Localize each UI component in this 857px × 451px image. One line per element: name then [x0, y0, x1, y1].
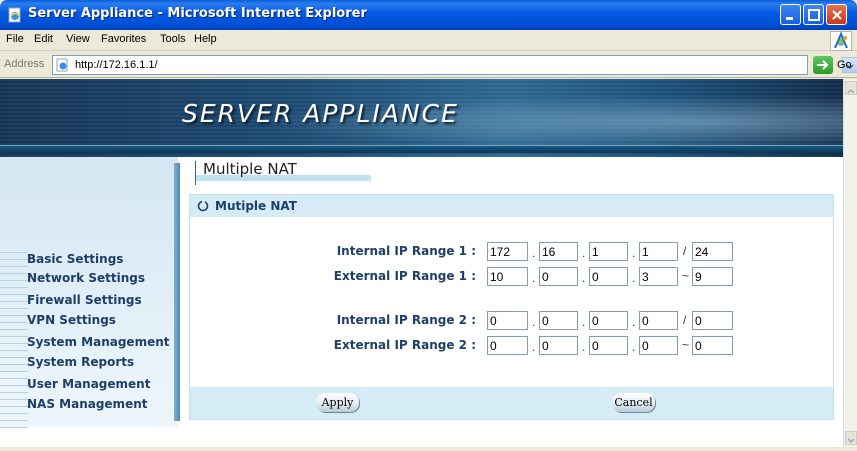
close-button[interactable]	[826, 4, 847, 25]
ie-page-icon	[56, 58, 68, 72]
page-header: Multiple NAT	[187, 159, 834, 185]
panel-title: Mutiple NAT	[215, 199, 297, 213]
menu-help[interactable]: Help	[194, 33, 217, 45]
address-bar: Address http://172.16.1.1/ Go	[0, 52, 857, 78]
nat-panel: Mutiple NAT Internal IP Range 1 : . . . …	[189, 194, 834, 420]
dot-separator: .	[632, 271, 636, 285]
address-label: Address	[4, 58, 45, 70]
maximize-icon	[808, 9, 820, 21]
internal-range-1-octet-1[interactable]	[487, 242, 528, 261]
external-range-1-octet-1[interactable]	[487, 267, 528, 286]
menu-bar: File Edit View Favorites Tools Help	[0, 30, 857, 51]
minimize-icon	[786, 17, 793, 20]
dot-separator: .	[582, 315, 586, 329]
ie-page-icon	[8, 7, 21, 23]
banner-divider	[0, 145, 843, 153]
mask-separator: /	[683, 244, 687, 258]
address-url: http://172.16.1.1/	[75, 59, 158, 71]
sidebar-item-firewall-settings[interactable]: Firewall Settings	[27, 293, 142, 307]
main-content: Multiple NAT Mutiple NAT Internal IP Ran…	[187, 159, 834, 447]
address-input[interactable]: http://172.16.1.1/	[52, 55, 857, 75]
internal-range-1-octet-3[interactable]	[589, 242, 628, 261]
dot-separator: .	[582, 340, 586, 354]
external-range-2-octet-2[interactable]	[539, 336, 578, 355]
external-range-2-octet-1[interactable]	[487, 336, 528, 355]
menu-favorites[interactable]: Favorites	[101, 33, 146, 45]
internal-range-1-octet-2[interactable]	[539, 242, 578, 261]
external-range-1-end[interactable]	[692, 267, 733, 286]
sidebar-item-basic-settings[interactable]: Basic Settings	[27, 252, 123, 266]
go-button[interactable]	[813, 56, 833, 74]
range-separator: ~	[682, 269, 690, 283]
go-label[interactable]: Go	[837, 59, 852, 71]
apply-button[interactable]: Apply	[316, 393, 359, 412]
cancel-button[interactable]: Cancel	[612, 393, 655, 412]
internal-range-2-mask[interactable]	[692, 311, 733, 330]
page-viewport: SERVER APPLIANCE Basic Settings Network …	[0, 79, 843, 447]
go-arrow-icon	[817, 60, 829, 70]
panel-body: Internal IP Range 1 : . . . / External I…	[191, 217, 832, 387]
sidebar: Basic Settings Network Settings Firewall…	[0, 157, 185, 447]
range-separator: ~	[682, 338, 690, 352]
external-range-2-octet-4[interactable]	[639, 336, 678, 355]
sidebar-item-system-reports[interactable]: System Reports	[27, 355, 134, 369]
internal-range-2-octet-2[interactable]	[539, 311, 578, 330]
sidebar-item-system-management[interactable]: System Management	[27, 335, 170, 349]
external-range-2-octet-3[interactable]	[589, 336, 628, 355]
sidebar-item-user-management[interactable]: User Management	[27, 377, 150, 391]
title-bar: Server Appliance - Microsoft Internet Ex…	[0, 0, 857, 30]
dot-separator: .	[582, 246, 586, 260]
window-title: Server Appliance - Microsoft Internet Ex…	[28, 6, 367, 21]
sidebar-item-nas-management[interactable]: NAS Management	[27, 397, 147, 411]
menu-edit[interactable]: Edit	[34, 33, 53, 45]
close-icon	[832, 10, 842, 20]
sidebar-decoration	[0, 252, 28, 432]
panel-header: Mutiple NAT	[190, 195, 833, 217]
vertical-scrollbar[interactable]	[843, 79, 857, 447]
chevron-up-icon	[847, 89, 855, 94]
internal-range-2-label: Internal IP Range 2 :	[336, 313, 476, 327]
sidebar-item-vpn-settings[interactable]: VPN Settings	[27, 313, 116, 327]
panel-footer: Apply Cancel	[190, 387, 833, 419]
ie-logo-icon	[830, 31, 852, 51]
banner: SERVER APPLIANCE	[0, 79, 843, 157]
scroll-down-button[interactable]	[845, 431, 857, 445]
menu-file[interactable]: File	[6, 33, 24, 45]
external-range-1-octet-3[interactable]	[589, 267, 628, 286]
external-range-1-octet-2[interactable]	[539, 267, 578, 286]
external-range-2-end[interactable]	[692, 336, 733, 355]
header-bar	[195, 161, 196, 185]
dot-separator: .	[532, 246, 536, 260]
dot-separator: .	[582, 271, 586, 285]
external-range-2-label: External IP Range 2 :	[333, 338, 476, 352]
menu-view[interactable]: View	[66, 33, 90, 45]
minimize-button[interactable]	[780, 4, 801, 25]
sidebar-edge	[174, 163, 180, 421]
internal-range-1-mask[interactable]	[692, 242, 733, 261]
dot-separator: .	[632, 246, 636, 260]
internal-range-2-octet-4[interactable]	[639, 311, 678, 330]
dot-separator: .	[632, 315, 636, 329]
mask-separator: /	[683, 313, 687, 327]
sidebar-item-network-settings[interactable]: Network Settings	[27, 271, 145, 285]
external-range-1-octet-4[interactable]	[639, 267, 678, 286]
internal-range-1-label: Internal IP Range 1 :	[336, 244, 476, 258]
menu-tools[interactable]: Tools	[160, 33, 186, 45]
dot-separator: .	[532, 340, 536, 354]
dot-separator: .	[532, 315, 536, 329]
chevron-down-icon	[847, 438, 855, 443]
internal-range-2-octet-1[interactable]	[487, 311, 528, 330]
scroll-up-button[interactable]	[845, 81, 857, 95]
external-range-1-label: External IP Range 1 :	[333, 269, 476, 283]
dot-separator: .	[632, 340, 636, 354]
internal-range-2-octet-3[interactable]	[589, 311, 628, 330]
maximize-button[interactable]	[803, 4, 824, 25]
banner-title: SERVER APPLIANCE	[182, 99, 459, 128]
dot-separator: .	[532, 271, 536, 285]
page-title: Multiple NAT	[203, 160, 297, 178]
internal-range-1-octet-4[interactable]	[639, 242, 678, 261]
refresh-circle-icon	[197, 200, 209, 212]
